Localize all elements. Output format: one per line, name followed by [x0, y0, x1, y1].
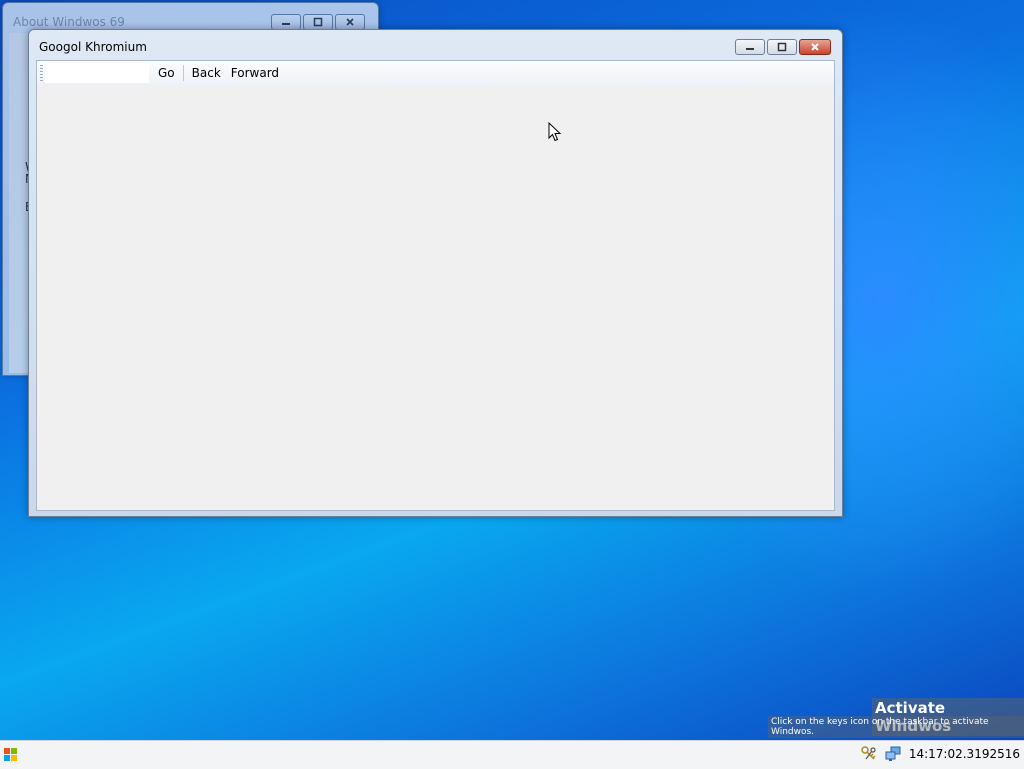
forward-button[interactable]: Forward — [227, 66, 283, 80]
activation-watermark-subtitle: Click on the keys icon on the taskbar to… — [768, 716, 1024, 738]
close-icon — [811, 43, 819, 51]
url-input[interactable] — [45, 63, 149, 83]
maximize-icon — [313, 17, 323, 27]
about-close-button[interactable] — [335, 14, 365, 30]
minimize-icon — [282, 23, 290, 25]
windows-logo-icon[interactable] — [4, 748, 18, 762]
taskbar-clock[interactable]: 14:17:02.3192516 — [909, 747, 1020, 761]
back-button[interactable]: Back — [188, 66, 225, 80]
keys-icon[interactable] — [861, 746, 877, 762]
minimize-icon — [746, 48, 754, 50]
browser-minimize-button[interactable] — [735, 39, 765, 55]
toolbar-grip-handle[interactable] — [40, 65, 43, 81]
about-minimize-button[interactable] — [271, 14, 301, 30]
toolbar-separator — [182, 65, 184, 81]
about-window-title: About Windwos 69 — [13, 15, 125, 29]
browser-toolbar: Go Back Forward — [37, 61, 834, 85]
system-tray: 14:17:02.3192516 — [861, 746, 1020, 762]
maximize-icon — [777, 42, 787, 52]
browser-window-title: Googol Khromium — [39, 40, 147, 54]
browser-maximize-button[interactable] — [767, 39, 797, 55]
about-maximize-button[interactable] — [303, 14, 333, 30]
about-window-controls — [271, 14, 365, 30]
browser-window-controls — [735, 39, 831, 55]
close-icon — [346, 18, 354, 26]
browser-window[interactable]: Googol Khromium Go Back Forward — [28, 29, 843, 517]
mouse-cursor-icon — [548, 122, 562, 142]
browser-close-button[interactable] — [799, 39, 831, 55]
taskbar: 14:17:02.3192516 — [0, 740, 1024, 769]
browser-content-area[interactable]: Go Back Forward — [36, 60, 835, 511]
network-icon[interactable] — [885, 746, 901, 762]
go-button[interactable]: Go — [154, 66, 179, 80]
